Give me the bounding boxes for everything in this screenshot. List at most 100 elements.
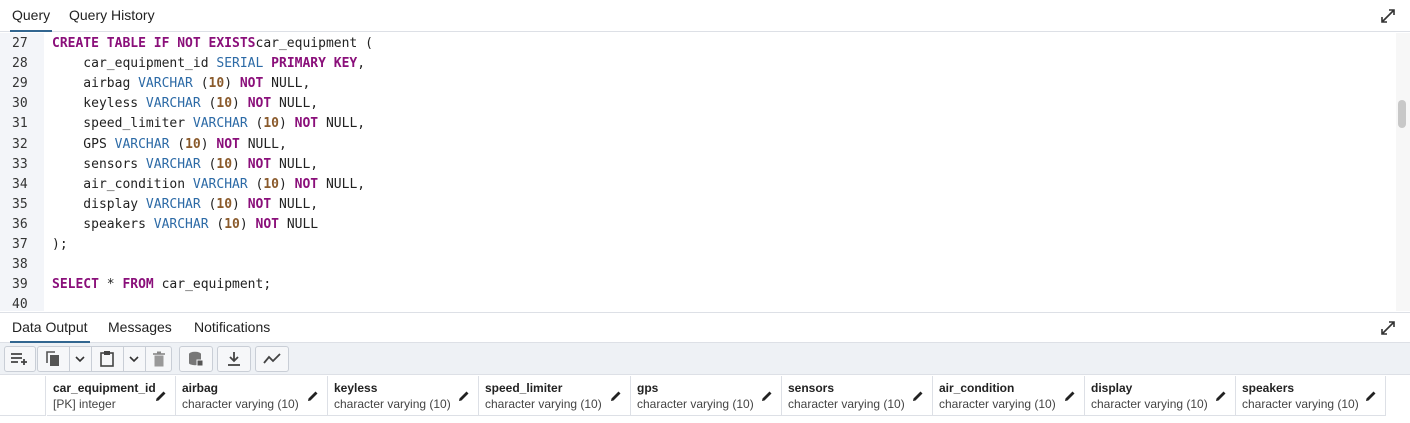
code-line[interactable]: car_equipment_id SERIAL PRIMARY KEY, — [52, 54, 365, 74]
code-line[interactable]: GPS VARCHAR (10) NOT NULL, — [52, 135, 287, 155]
column-header-car-equipment-id[interactable]: car_equipment_id [PK] integer — [47, 376, 176, 416]
copy-dropdown-chevron-icon[interactable] — [70, 347, 90, 371]
code-token: NOT — [247, 156, 272, 172]
code-token: 10 — [208, 76, 225, 92]
code-token: sensors — [52, 156, 146, 172]
edit-pencil-icon[interactable] — [610, 390, 622, 402]
query-tab-bar: Query Query History — [0, 0, 1410, 32]
code-token: 10 — [216, 156, 233, 172]
code-token: ) — [232, 196, 248, 212]
column-type: character varying (10) — [334, 397, 451, 411]
line-number: 35 — [12, 196, 28, 212]
line-number: 34 — [12, 176, 28, 192]
paste-dropdown-chevron-icon[interactable] — [124, 347, 144, 371]
code-line[interactable]: air_condition VARCHAR (10) NOT NULL, — [52, 175, 365, 195]
edit-pencil-icon[interactable] — [1365, 390, 1377, 402]
code-token: VARCHAR — [145, 196, 201, 212]
code-line[interactable]: airbag VARCHAR (10) NOT NULL, — [52, 74, 310, 94]
code-token: keyless — [52, 96, 146, 112]
code-token: NOT — [239, 76, 264, 92]
column-header-gps[interactable]: gps character varying (10) — [631, 376, 782, 416]
tab-data-output[interactable]: Data Output — [10, 313, 90, 343]
code-token: ); — [52, 237, 68, 252]
code-token: 10 — [216, 96, 233, 112]
column-name: gps — [637, 381, 659, 395]
column-name: speed_limiter — [485, 381, 563, 395]
edit-pencil-icon[interactable] — [458, 390, 470, 402]
copy-icon[interactable] — [38, 347, 68, 371]
save-data-icon[interactable] — [180, 347, 212, 371]
maximize-icon[interactable] — [1381, 9, 1395, 23]
code-token: SERIAL — [216, 56, 264, 72]
line-number: 37 — [12, 237, 28, 252]
code-token: NOT — [216, 136, 240, 152]
edit-pencil-icon[interactable] — [155, 390, 167, 402]
column-type: character varying (10) — [637, 397, 754, 411]
line-number: 30 — [12, 96, 28, 112]
download-icon[interactable] — [218, 347, 250, 371]
code-line[interactable]: speakers VARCHAR (10) NOT NULL — [52, 215, 318, 235]
code-token: ) — [200, 136, 217, 152]
code-line[interactable]: CREATE TABLE IF NOT EXISTScar_equipment … — [52, 34, 373, 54]
column-header-display[interactable]: display character varying (10) — [1085, 376, 1236, 416]
code-token: ) — [279, 176, 295, 192]
column-type: [PK] integer — [53, 397, 116, 411]
graph-icon[interactable] — [256, 347, 288, 371]
line-number: 27 — [12, 36, 28, 51]
sql-editor[interactable]: 27 CREATE TABLE IF NOT EXISTScar_equipmen… — [0, 33, 1410, 311]
data-grid: car_equipment_id [PK] integer airbag charac… — [0, 376, 1410, 423]
line-number: 36 — [12, 216, 28, 232]
code-token: VARCHAR — [114, 136, 170, 152]
line-number: 38 — [12, 257, 28, 273]
tab-query-history[interactable]: Query History — [67, 0, 157, 32]
code-token: ( — [208, 216, 225, 232]
edit-pencil-icon[interactable] — [761, 390, 773, 402]
code-token: NULL, — [271, 96, 319, 112]
code-token: speakers — [52, 216, 154, 232]
maximize-output-icon[interactable] — [1381, 321, 1395, 335]
save-data-group — [179, 346, 213, 372]
line-number: 31 — [12, 116, 28, 132]
edit-pencil-icon[interactable] — [307, 390, 319, 402]
column-header-sensors[interactable]: sensors character varying (10) — [782, 376, 933, 416]
code-token: VARCHAR — [138, 76, 193, 92]
add-row-icon[interactable] — [5, 347, 35, 371]
tab-query[interactable]: Query — [10, 0, 53, 32]
tab-notifications[interactable]: Notifications — [192, 313, 272, 343]
column-header-air-condition[interactable]: air_condition character varying (10) — [933, 376, 1085, 416]
code-line[interactable]: ); — [52, 235, 68, 255]
code-token: 10 — [185, 136, 201, 152]
code-token: NOT — [247, 196, 272, 212]
code-token: NOT — [294, 116, 319, 132]
delete-icon[interactable] — [146, 347, 172, 371]
editor-scrollbar-thumb[interactable] — [1398, 100, 1406, 128]
code-token: NOT — [294, 176, 319, 192]
code-token: car_equipment ( — [255, 36, 373, 51]
code-token: ( — [169, 136, 186, 152]
edit-pencil-icon[interactable] — [1215, 390, 1227, 402]
edit-pencil-icon[interactable] — [912, 390, 924, 402]
code-token: ( — [247, 176, 264, 192]
code-token: ( — [192, 76, 209, 92]
code-token: NULL, — [271, 196, 319, 212]
code-line[interactable]: display VARCHAR (10) NOT NULL, — [52, 195, 318, 215]
column-header-keyless[interactable]: keyless character varying (10) — [328, 376, 479, 416]
paste-icon[interactable] — [92, 347, 122, 371]
code-token: 10 — [224, 216, 240, 232]
code-token: ( — [200, 196, 217, 212]
column-header-airbag[interactable]: airbag character varying (10) — [176, 376, 328, 416]
code-line[interactable]: speed_limiter VARCHAR (10) NOT NULL, — [52, 114, 365, 134]
column-header-speed-limiter[interactable]: speed_limiter character varying (10) — [479, 376, 631, 416]
edit-pencil-icon[interactable] — [1064, 390, 1076, 402]
column-header-speakers[interactable]: speakers character varying (10) — [1236, 376, 1386, 416]
row-number-header[interactable] — [0, 376, 46, 416]
tab-messages[interactable]: Messages — [106, 313, 174, 343]
editor-scrollbar[interactable] — [1396, 33, 1410, 311]
code-token: VARCHAR — [145, 156, 201, 172]
code-line[interactable]: keyless VARCHAR (10) NOT NULL, — [52, 94, 318, 114]
code-token: car_equipment_id — [52, 56, 217, 72]
code-line[interactable]: SELECT * FROM car_equipment; — [52, 275, 271, 295]
code-token: 10 — [216, 196, 233, 212]
code-line[interactable]: sensors VARCHAR (10) NOT NULL, — [52, 155, 318, 175]
code-token: NULL, — [318, 116, 366, 132]
